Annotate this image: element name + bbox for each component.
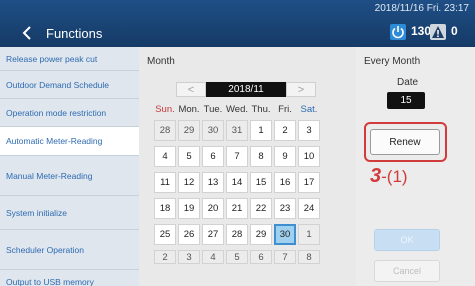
weekday-sun: Sun. bbox=[155, 104, 175, 115]
calendar-day[interactable]: 24 bbox=[298, 198, 320, 219]
calendar-day[interactable]: 25 bbox=[154, 224, 176, 245]
calendar-day[interactable]: 5 bbox=[226, 250, 248, 264]
calendar-day[interactable]: 5 bbox=[178, 146, 200, 167]
calendar-day[interactable]: 29 bbox=[250, 224, 272, 245]
calendar-day[interactable]: 6 bbox=[202, 146, 224, 167]
calendar-day[interactable]: 28 bbox=[154, 120, 176, 141]
chevron-right-icon: > bbox=[297, 83, 305, 96]
calendar-day[interactable]: 30 bbox=[202, 120, 224, 141]
sidebar-item-system-initialize[interactable]: System initialize bbox=[0, 196, 139, 230]
calendar-day[interactable]: 17 bbox=[298, 172, 320, 193]
chevron-left-icon: < bbox=[187, 83, 195, 96]
calendar-day[interactable]: 1 bbox=[298, 224, 320, 245]
calendar-day[interactable]: 8 bbox=[298, 250, 320, 264]
calendar-day[interactable]: 2 bbox=[154, 250, 176, 264]
sidebar-item-automatic-meter-reading[interactable]: Automatic Meter-Reading bbox=[0, 127, 139, 156]
calendar-day[interactable]: 27 bbox=[202, 224, 224, 245]
calendar-day[interactable]: 30 bbox=[274, 224, 296, 245]
month-display: 2018/11 bbox=[206, 82, 286, 97]
weekday-sat: Sat. bbox=[300, 104, 318, 115]
renew-button[interactable]: Renew bbox=[370, 129, 440, 155]
back-arrow-icon[interactable] bbox=[22, 26, 32, 40]
weekday-tue: Tue. bbox=[203, 104, 223, 115]
page-title: Functions bbox=[46, 26, 103, 41]
calendar-day[interactable]: 3 bbox=[178, 250, 200, 264]
every-month-label: Every Month bbox=[364, 56, 421, 67]
calendar-day[interactable]: 4 bbox=[154, 146, 176, 167]
calendar-day[interactable]: 13 bbox=[202, 172, 224, 193]
calendar-day[interactable]: 11 bbox=[154, 172, 176, 193]
cancel-button[interactable]: Cancel bbox=[374, 260, 440, 282]
calendar-day[interactable]: 31 bbox=[226, 120, 248, 141]
power-icon bbox=[390, 24, 406, 40]
callout-substep: -(1) bbox=[381, 167, 408, 186]
calendar-panel: Month < 2018/11 > Sun. Mon. Tue. Wed. Th… bbox=[139, 47, 356, 286]
calendar-day[interactable]: 29 bbox=[178, 120, 200, 141]
month-label: Month bbox=[147, 56, 175, 67]
calendar-day[interactable]: 3 bbox=[298, 120, 320, 141]
calendar-day[interactable]: 1 bbox=[250, 120, 272, 141]
calendar-day[interactable]: 21 bbox=[226, 198, 248, 219]
calendar-day[interactable]: 2 bbox=[274, 120, 296, 141]
calendar-day[interactable]: 7 bbox=[226, 146, 248, 167]
calendar-day[interactable]: 4 bbox=[202, 250, 224, 264]
weekday-wed: Wed. bbox=[225, 104, 248, 115]
calendar-day[interactable]: 10 bbox=[298, 146, 320, 167]
weekday-mon: Mon. bbox=[178, 104, 200, 115]
calendar-day[interactable]: 16 bbox=[274, 172, 296, 193]
alert-count: 0 bbox=[451, 24, 458, 38]
weekday-fri: Fri. bbox=[278, 104, 292, 115]
calendar-day[interactable]: 7 bbox=[274, 250, 296, 264]
calendar-day[interactable]: 19 bbox=[178, 198, 200, 219]
calendar-day[interactable]: 26 bbox=[178, 224, 200, 245]
callout-step-number: 3 bbox=[370, 165, 382, 187]
weekday-thu: Thu. bbox=[251, 104, 271, 115]
calendar-day[interactable]: 23 bbox=[274, 198, 296, 219]
sidebar-item-output-to-usb-memory[interactable]: Output to USB memory bbox=[0, 270, 139, 286]
calendar-day[interactable]: 18 bbox=[154, 198, 176, 219]
date-label: Date bbox=[397, 77, 419, 88]
calendar-day[interactable]: 22 bbox=[250, 198, 272, 219]
calendar-day[interactable]: 9 bbox=[274, 146, 296, 167]
date-value[interactable]: 15 bbox=[387, 92, 425, 109]
calendar-day[interactable]: 14 bbox=[226, 172, 248, 193]
calendar-day[interactable]: 8 bbox=[250, 146, 272, 167]
calendar-day[interactable]: 15 bbox=[250, 172, 272, 193]
calendar-day[interactable]: 12 bbox=[178, 172, 200, 193]
prev-month-button[interactable]: < bbox=[176, 82, 206, 97]
next-month-button[interactable]: > bbox=[286, 82, 316, 97]
calendar-day[interactable]: 28 bbox=[226, 224, 248, 245]
calendar-day[interactable]: 20 bbox=[202, 198, 224, 219]
calendar-day[interactable]: 6 bbox=[250, 250, 272, 264]
sidebar-item-outdoor-demand-schedule[interactable]: Outdoor Demand Schedule bbox=[0, 71, 139, 99]
date-time: 2018/11/16 Fri. 23:17 bbox=[374, 3, 469, 14]
ok-button[interactable]: OK bbox=[374, 229, 440, 251]
alert-icon bbox=[430, 24, 446, 40]
title-bar: Functions 2018/11/16 Fri. 23:17 130 0 bbox=[0, 0, 475, 47]
power-count: 130 bbox=[411, 24, 432, 38]
sidebar-item-manual-meter-reading[interactable]: Manual Meter-Reading bbox=[0, 156, 139, 196]
sidebar-item-operation-mode-restriction[interactable]: Operation mode restriction bbox=[0, 99, 139, 127]
sidebar: Release power peak cut Outdoor Demand Sc… bbox=[0, 47, 139, 286]
step-callout: 3-(1) bbox=[370, 165, 408, 188]
schedule-panel: Every Month Date 15 Renew 3-(1) OK Cance… bbox=[356, 47, 475, 286]
sidebar-item-scheduler-operation[interactable]: Scheduler Operation bbox=[0, 230, 139, 270]
sidebar-item-release-power-peak-cut[interactable]: Release power peak cut bbox=[0, 47, 139, 71]
